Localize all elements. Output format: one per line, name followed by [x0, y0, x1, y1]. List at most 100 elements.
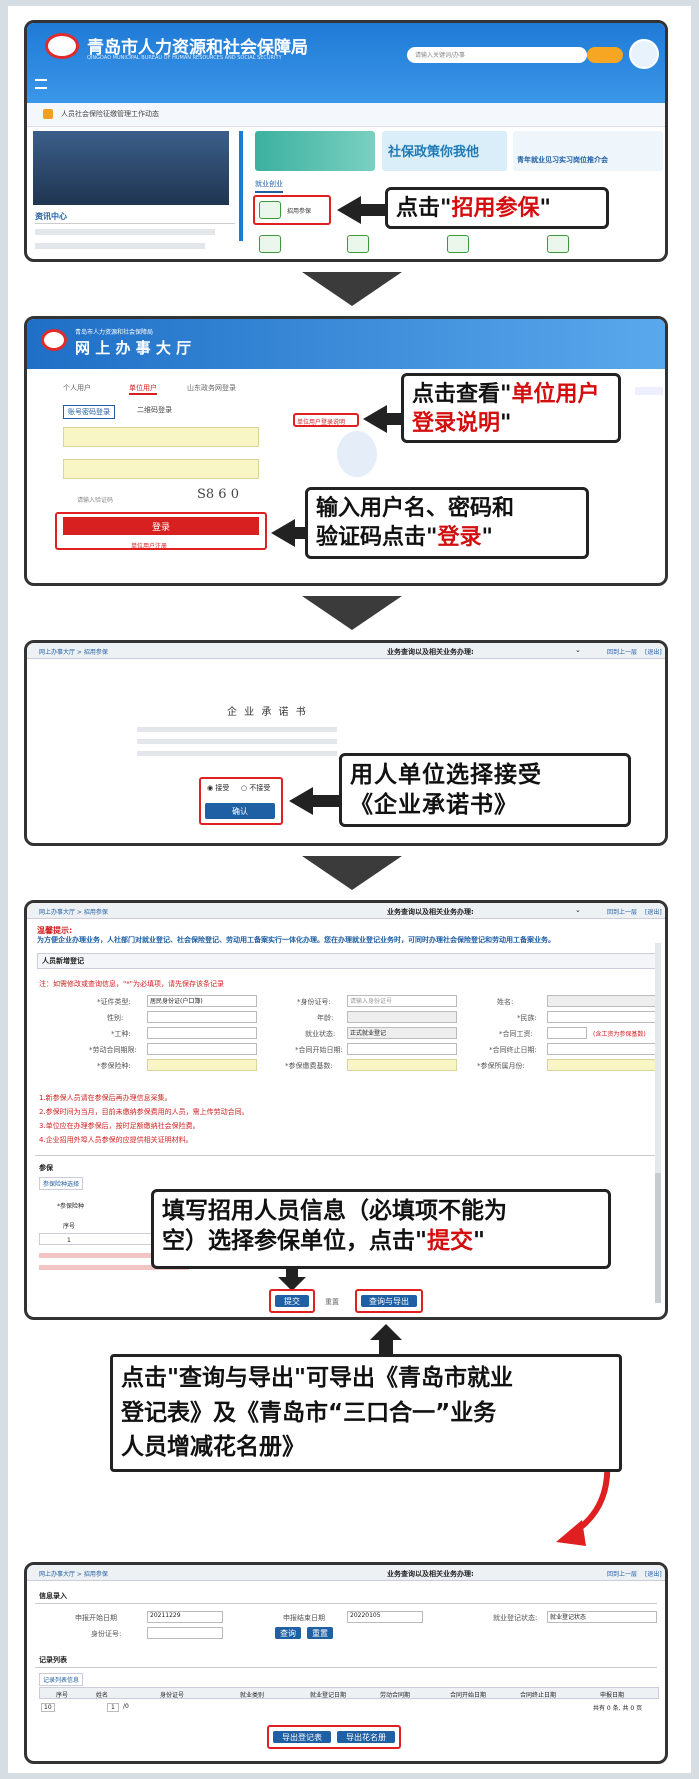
form-label: *民族:: [517, 1014, 537, 1022]
prev-link[interactable]: 回到上一层: [607, 907, 637, 916]
banner-ad[interactable]: [255, 131, 375, 171]
search-button[interactable]: [587, 47, 623, 63]
callout-export: 点击"查询与导出"可导出《青岛市就业 登记表》及《青岛市“三口合一”业务 人员增…: [110, 1354, 622, 1472]
name-field[interactable]: [547, 995, 657, 1007]
form-label: *参保所属月份:: [477, 1062, 525, 1070]
age-field[interactable]: [347, 1011, 457, 1023]
scrollbar[interactable]: [655, 943, 661, 1173]
start-date-field[interactable]: 20211229: [147, 1611, 223, 1623]
up-arrow-icon: [379, 1340, 393, 1354]
exit-link[interactable]: [退出]: [645, 1569, 662, 1578]
login-site-title: 网 上 办 事 大 厅: [75, 339, 192, 357]
chevron-down-icon[interactable]: ⌄: [575, 646, 581, 654]
login-type-account[interactable]: 账号密码登录: [63, 405, 115, 419]
col-header: 合同终止日期: [520, 1692, 557, 1699]
prev-link[interactable]: 回到上一层: [607, 647, 637, 656]
news-photo: [33, 131, 229, 205]
service-icon[interactable]: [547, 235, 569, 253]
news-item-placeholder[interactable]: [35, 229, 215, 235]
page-canvas: 青岛市人力资源和社会保障局 QINGDAO MUNICIPAL BUREAU O…: [8, 6, 691, 1773]
breadcrumb[interactable]: 网上办事大厅 > 招用参保: [39, 907, 108, 916]
tab-insurance-select[interactable]: 参保险种选择: [39, 1177, 84, 1190]
col-header: 就业登记日期: [310, 1692, 347, 1699]
username-field[interactable]: [63, 427, 259, 447]
job-type-field[interactable]: [147, 1027, 257, 1039]
callout-text: ": [481, 525, 493, 551]
news-item-placeholder[interactable]: [35, 243, 205, 249]
callout-text: 点击": [396, 196, 452, 221]
breadcrumb[interactable]: 网上办事大厅 > 招用参保: [39, 1569, 108, 1578]
query-label: 业务查询以及相关业务办理:: [387, 1570, 474, 1578]
notice-text[interactable]: 人员社会保险征缴管理工作动态: [61, 109, 159, 119]
insurance-type-field[interactable]: [147, 1059, 257, 1071]
password-field[interactable]: [63, 459, 259, 479]
ethnicity-field[interactable]: [547, 1011, 657, 1023]
list-tab[interactable]: 记录列表信息: [39, 1673, 84, 1686]
tab-employment[interactable]: 就业创业: [255, 179, 283, 193]
list-title: 记录列表: [39, 1656, 67, 1664]
top-toolbar: [27, 1565, 665, 1581]
reset-link[interactable]: 重置: [325, 1297, 339, 1307]
gender-field[interactable]: [147, 1011, 257, 1023]
chevron-down-icon[interactable]: ⌄: [575, 906, 581, 914]
note-line: 3.单位应在办理参保后，按时足额缴纳社会保险费。: [39, 1122, 200, 1130]
panel-query-export: 网上办事大厅 > 招用参保 业务查询以及相关业务办理: 回到上一层 [退出] 信…: [24, 1562, 668, 1764]
captcha-image[interactable]: S8 6 0: [197, 487, 239, 502]
callout-text: 人员增减花名册》: [121, 1434, 305, 1460]
insurance-month-field[interactable]: [547, 1059, 657, 1071]
id-type-select[interactable]: 居民身份证(户口簿): [147, 995, 257, 1007]
search-input[interactable]: 请输入关键词/办事: [407, 47, 587, 63]
login-site-sub: 青岛市人力资源和社会保障局: [75, 329, 154, 336]
col-header: 合同开始日期: [450, 1692, 487, 1699]
captcha-field[interactable]: 请输入验证码: [63, 491, 183, 507]
id-field[interactable]: [147, 1627, 223, 1639]
service-icon[interactable]: [447, 235, 469, 253]
contract-end-field[interactable]: [547, 1043, 657, 1055]
banner-policy[interactable]: 社保政策你我他: [382, 131, 507, 171]
end-date-field[interactable]: 20220105: [347, 1611, 423, 1623]
tab-unit[interactable]: 单位用户: [129, 383, 157, 395]
app-icon[interactable]: [629, 39, 659, 69]
tab-personal[interactable]: 个人用户: [63, 383, 91, 393]
right-side-link[interactable]: [635, 387, 663, 395]
pager-size[interactable]: 10: [41, 1703, 55, 1712]
pointer-arrow-head: [337, 196, 361, 224]
tab-other[interactable]: 山东政务网登录: [187, 383, 236, 393]
callout-enter-credentials: 输入用户名、密码和 验证码点击"登录": [305, 487, 589, 559]
panel-portal-home: 青岛市人力资源和社会保障局 QINGDAO MUNICIPAL BUREAU O…: [24, 20, 668, 262]
top-toolbar: [27, 903, 665, 919]
form-label: *合同开始日期:: [295, 1046, 343, 1054]
scrollbar-thumb[interactable]: [655, 1173, 661, 1303]
callout-line: 验证码点击"登录": [316, 523, 578, 552]
banner-youth[interactable]: 青年就业见习实习岗位推介会: [513, 131, 663, 171]
wage-field[interactable]: [547, 1027, 587, 1039]
service-icon[interactable]: [347, 235, 369, 253]
menu-icon[interactable]: [35, 79, 47, 89]
employment-status-field[interactable]: 正式就业登记: [347, 1027, 457, 1039]
query-button[interactable]: 查询: [275, 1627, 301, 1639]
table-row[interactable]: [39, 1233, 159, 1245]
prev-link[interactable]: 回到上一层: [607, 1569, 637, 1578]
callout-text: 《企业承诺书》: [350, 792, 518, 819]
highlight-export-buttons: [267, 1725, 401, 1749]
breadcrumb[interactable]: 网上办事大厅 > 招用参保: [39, 647, 108, 656]
callout-click-recruit: 点击"招用参保": [385, 187, 609, 229]
news-header[interactable]: 资讯中心: [35, 211, 67, 222]
panel-login: 青岛市人力资源和社会保障局 网 上 办 事 大 厅 个人用户 单位用户 山东政务…: [24, 316, 668, 586]
form-label: 就业状态:: [305, 1030, 336, 1038]
status-select[interactable]: 就业登记状态: [547, 1611, 657, 1623]
exit-link[interactable]: [退出]: [645, 647, 662, 656]
exit-link[interactable]: [退出]: [645, 907, 662, 916]
insurance-base-field[interactable]: [347, 1059, 457, 1071]
result-text: 共有 0 条, 共 0 页: [593, 1705, 643, 1712]
service-icon[interactable]: [259, 235, 281, 253]
pager-current[interactable]: 1: [107, 1703, 119, 1712]
contract-start-field[interactable]: [347, 1043, 457, 1055]
note-line: 1.新参保人员请在参保后再办理信息采集。: [39, 1094, 172, 1102]
login-type-qrcode[interactable]: 二维码登录: [137, 405, 172, 415]
reset-button[interactable]: 重置: [307, 1627, 333, 1639]
news-divider: [35, 223, 235, 224]
contract-term-field[interactable]: [147, 1043, 257, 1055]
id-number-field[interactable]: 请输入身份证号: [347, 995, 457, 1007]
unit-label: *参保险种: [57, 1203, 85, 1210]
